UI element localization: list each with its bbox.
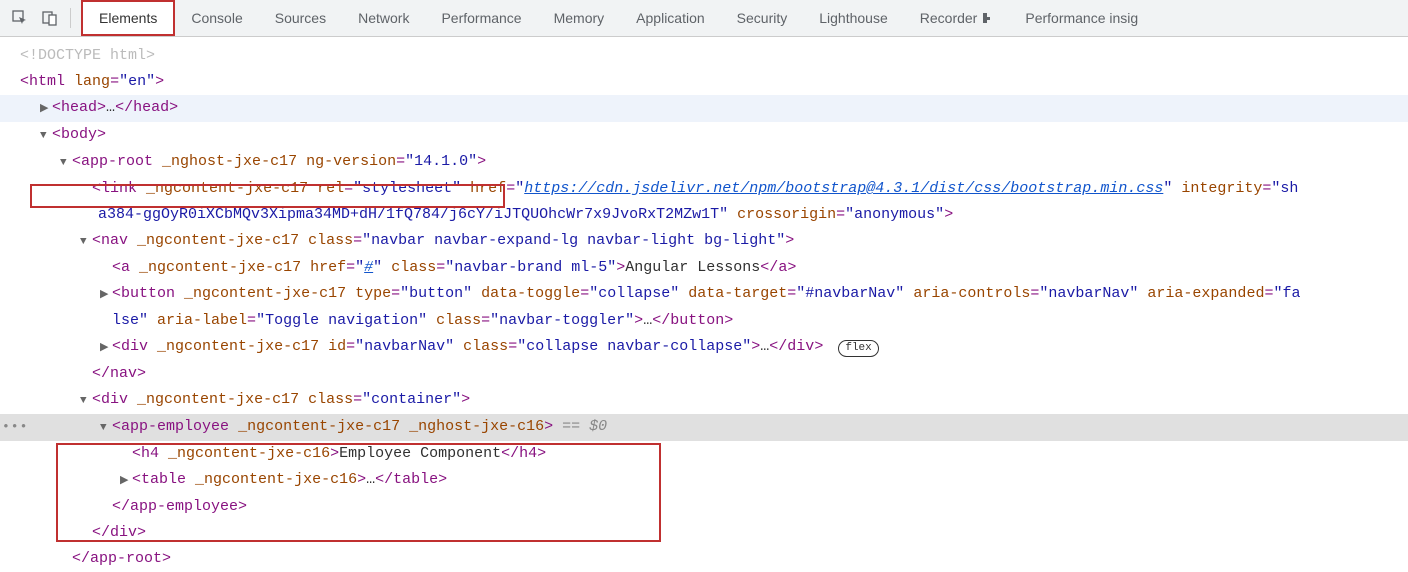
body-open[interactable]: <body> [20, 122, 1408, 149]
table-line[interactable]: <table _ngcontent-jxe-c16>…</table> [20, 467, 1408, 494]
equals-dollar-zero: == $0 [562, 418, 607, 435]
tab-elements[interactable]: Elements [81, 0, 175, 36]
div-container-close[interactable]: </div> [20, 520, 1408, 546]
a-line[interactable]: <a _ngcontent-jxe-c17 href="#" class="na… [20, 255, 1408, 281]
tab-perf-insights[interactable]: Performance insig [1009, 0, 1154, 36]
doctype-line[interactable]: <!DOCTYPE html> [20, 43, 1408, 69]
expand-arrow-icon[interactable] [120, 468, 132, 494]
inspect-icon[interactable] [6, 4, 34, 32]
h4-line[interactable]: <h4 _ngcontent-jxe-c16>Employee Componen… [20, 441, 1408, 467]
nav-close[interactable]: </nav> [20, 361, 1408, 387]
tab-console[interactable]: Console [175, 0, 258, 36]
nav-open[interactable]: <nav _ngcontent-jxe-c17 class="navbar na… [20, 228, 1408, 255]
tab-sources[interactable]: Sources [259, 0, 342, 36]
tab-application[interactable]: Application [620, 0, 721, 36]
flex-badge[interactable]: flex [838, 340, 878, 357]
collapse-arrow-icon[interactable] [80, 229, 92, 255]
expand-arrow-icon[interactable] [40, 96, 52, 122]
expand-arrow-icon[interactable] [100, 335, 112, 361]
divider [70, 8, 71, 28]
collapse-arrow-icon[interactable] [40, 123, 52, 149]
head-line[interactable]: <head>…</head> [20, 95, 1408, 122]
device-toggle-icon[interactable] [36, 4, 64, 32]
tab-network[interactable]: Network [342, 0, 425, 36]
collapse-arrow-icon[interactable] [80, 388, 92, 414]
toolbar-icon-group [0, 4, 81, 32]
app-employee-open[interactable]: •••<app-employee _ngcontent-jxe-c17 _ngh… [20, 414, 1408, 441]
tab-security[interactable]: Security [721, 0, 804, 36]
div-container-open[interactable]: <div _ngcontent-jxe-c17 class="container… [20, 387, 1408, 414]
tab-recorder[interactable]: Recorder [904, 0, 1010, 36]
html-open[interactable]: <html lang="en"> [20, 69, 1408, 95]
collapse-arrow-icon[interactable] [60, 150, 72, 176]
link-wrap[interactable]: a384-ggOyR0iXCbMQv3Xipma34MD+dH/1fQ784/j… [20, 202, 1408, 228]
approot-close[interactable]: </app-root> [20, 546, 1408, 572]
approot-open[interactable]: <app-root _nghost-jxe-c17 ng-version="14… [20, 149, 1408, 176]
link-line[interactable]: <link _ngcontent-jxe-c17 rel="stylesheet… [20, 176, 1408, 202]
devtools-tabs: Elements Console Sources Network Perform… [81, 0, 1154, 36]
tab-memory[interactable]: Memory [538, 0, 621, 36]
devtools-toolbar: Elements Console Sources Network Perform… [0, 0, 1408, 37]
tab-lighthouse[interactable]: Lighthouse [803, 0, 904, 36]
expand-arrow-icon[interactable] [100, 282, 112, 308]
collapse-arrow-icon[interactable] [100, 415, 112, 441]
tab-performance[interactable]: Performance [425, 0, 537, 36]
button-line[interactable]: <button _ngcontent-jxe-c17 type="button"… [20, 281, 1408, 308]
button-wrap[interactable]: lse" aria-label="Toggle navigation" clas… [20, 308, 1408, 334]
breakpoint-gutter-icon: ••• [2, 414, 28, 440]
dom-tree[interactable]: <!DOCTYPE html> <html lang="en"> <head>…… [0, 37, 1408, 572]
app-employee-close[interactable]: </app-employee> [20, 494, 1408, 520]
div-navbar-line[interactable]: <div _ngcontent-jxe-c17 id="navbarNav" c… [20, 334, 1408, 361]
